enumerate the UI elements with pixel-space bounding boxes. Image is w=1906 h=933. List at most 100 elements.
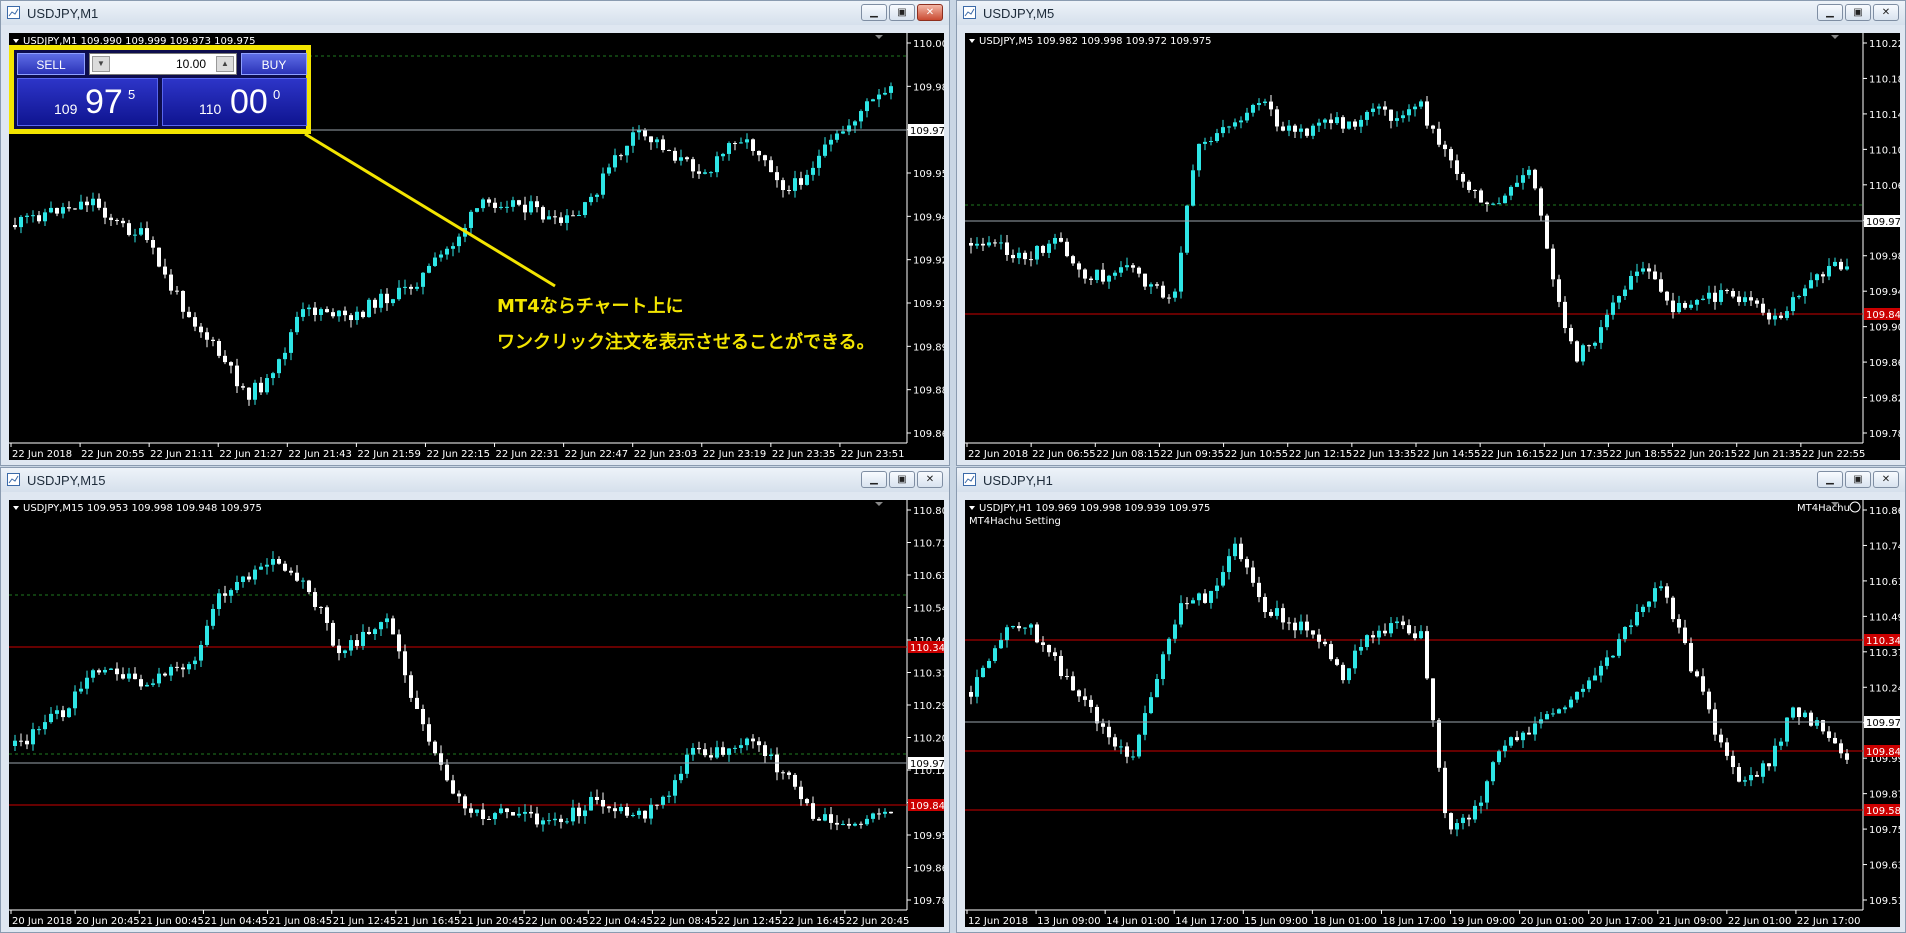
candle-body: [391, 618, 395, 635]
candle-body: [1353, 121, 1357, 127]
candle-body: [607, 806, 611, 809]
candle-body: [133, 673, 137, 680]
maximize-button[interactable]: ▣: [889, 471, 915, 488]
candle-body: [1431, 125, 1435, 129]
candle-body: [25, 740, 29, 745]
candle-body: [115, 668, 119, 675]
candle-body: [1035, 245, 1039, 260]
candle-body: [1467, 817, 1471, 820]
candle-body: [445, 764, 449, 781]
price-tick-label: 109.865: [913, 864, 944, 875]
candle-body: [1479, 802, 1483, 806]
price-chart[interactable]: 110.800110.715110.630110.545110.460110.3…: [9, 500, 944, 927]
candle-body: [697, 747, 701, 750]
candle-body: [1767, 312, 1771, 320]
close-button[interactable]: ✕: [1873, 4, 1899, 21]
minimize-button[interactable]: ▁: [1817, 4, 1843, 21]
candle-body: [1047, 644, 1051, 653]
chart-window-m15[interactable]: USDJPY,M15 ▁ ▣ ✕ 110.800 110.715 110.630 11…: [0, 467, 950, 933]
candle-body: [409, 675, 413, 698]
maximize-button[interactable]: ▣: [889, 4, 915, 21]
candle-body: [1443, 144, 1447, 150]
candle-body: [1821, 274, 1825, 277]
candle-body: [427, 724, 431, 742]
candle-body: [1065, 676, 1069, 678]
candle-body: [1533, 169, 1537, 189]
candle-body: [739, 142, 743, 144]
candle-body: [313, 307, 317, 315]
candle-body: [1689, 304, 1693, 308]
candle-body: [1707, 691, 1711, 710]
candle-body: [1527, 169, 1531, 176]
time-tick-label: 14 Jun 17:00: [1175, 916, 1239, 927]
time-tick-label: 22 Jun 21:35: [1738, 449, 1802, 460]
candle-body: [1791, 707, 1795, 718]
candle-body: [1137, 267, 1141, 274]
candle-body: [637, 810, 641, 816]
candle-body: [1791, 297, 1795, 312]
candle-body: [325, 607, 329, 623]
chart-window-h1[interactable]: USDJPY,H1 ▁ ▣ ✕ 110.865110.740110.615110…: [956, 467, 1906, 933]
candle-body: [1011, 625, 1015, 628]
candle-body: [781, 772, 785, 774]
candle-body: [247, 576, 251, 580]
red-level-tag-label: 110.341: [910, 643, 944, 654]
candle-body: [55, 710, 59, 714]
candle-body: [745, 738, 749, 746]
minimize-button[interactable]: ▁: [861, 4, 887, 21]
candle-body: [781, 180, 785, 191]
candle-body: [1239, 120, 1243, 123]
candle-body: [361, 311, 365, 318]
candle-body: [553, 818, 557, 821]
candle-body: [655, 804, 659, 806]
chart-window-m5[interactable]: USDJPY,M5 ▁ ▣ ✕ 110.225 110.185 110.145 110…: [956, 0, 1906, 466]
candle-body: [1257, 582, 1261, 598]
candle-body: [481, 809, 485, 819]
maximize-button[interactable]: ▣: [1845, 471, 1871, 488]
maximize-button[interactable]: ▣: [1845, 4, 1871, 21]
close-button[interactable]: ✕: [1873, 471, 1899, 488]
candle-body: [607, 167, 611, 174]
candle-body: [1407, 109, 1411, 116]
candle-body: [625, 145, 629, 156]
price-tick-label: 110.370: [1869, 648, 1900, 659]
candle-body: [715, 747, 719, 758]
price-tick-label: 109.630: [1869, 861, 1900, 872]
close-button[interactable]: ✕: [917, 471, 943, 488]
candle-body: [169, 666, 173, 676]
candle-body: [301, 309, 305, 317]
candle-body: [1365, 635, 1369, 647]
window-title: USDJPY,M15: [27, 473, 106, 488]
window-titlebar[interactable]: USDJPY,H1 ▁ ▣ ✕: [957, 468, 1905, 492]
candle-body: [1191, 170, 1195, 206]
time-tick-label: 22 Jun 00:45: [525, 916, 589, 927]
candle-body: [1347, 121, 1351, 129]
candle-body: [1245, 112, 1249, 121]
price-tick-label: 110.225: [1869, 39, 1900, 50]
window-titlebar[interactable]: USDJPY,M5 ▁ ▣ ✕: [957, 1, 1905, 25]
candle-body: [1383, 106, 1387, 110]
candle-body: [1071, 256, 1075, 264]
candle-body: [817, 155, 821, 168]
candle-body: [1119, 267, 1123, 273]
candle-body: [1011, 254, 1015, 259]
window-titlebar[interactable]: USDJPY,M15 ▁ ▣ ✕: [1, 468, 949, 492]
candle-body: [1059, 655, 1063, 677]
ohlc-label: USDJPY,M15 109.953 109.998 109.948 109.9…: [23, 503, 262, 514]
candle-body: [1215, 133, 1219, 141]
candle-body: [307, 307, 311, 310]
price-chart[interactable]: 110.225110.185110.145110.105110.065110.0…: [965, 33, 1900, 460]
candle-body: [1413, 633, 1417, 639]
minimize-button[interactable]: ▁: [861, 471, 887, 488]
minimize-button[interactable]: ▁: [1817, 471, 1843, 488]
time-tick-label: 22 Jun 23:51: [841, 449, 905, 460]
candle-body: [193, 660, 197, 665]
time-tick-label: 21 Jun 09:00: [1659, 916, 1723, 927]
candle-body: [685, 754, 689, 774]
callout-pointer: [304, 132, 556, 288]
price-tick-label: 109.925: [913, 256, 944, 267]
candle-body: [649, 136, 653, 143]
price-chart[interactable]: 110.865 110.740 110.615 110.490 110.370 110.2…: [965, 500, 1900, 927]
candle-body: [199, 326, 203, 333]
close-button[interactable]: ✕: [917, 4, 943, 21]
